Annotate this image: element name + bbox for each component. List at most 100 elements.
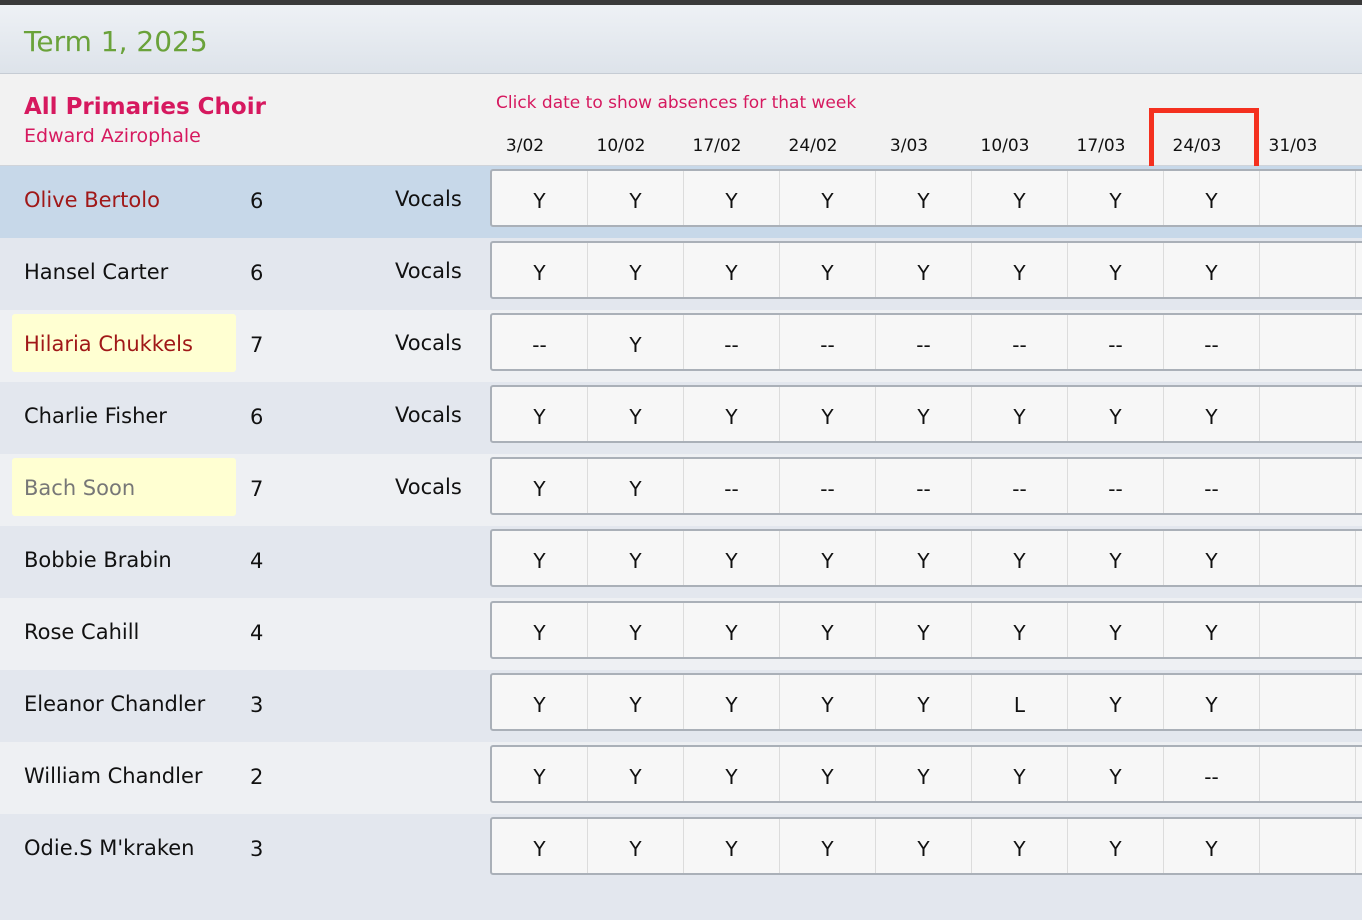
- attendance-cell[interactable]: --: [876, 459, 972, 513]
- attendance-cell[interactable]: [1260, 747, 1356, 801]
- date-header-31-03[interactable]: 31/03: [1245, 136, 1341, 156]
- attendance-cell[interactable]: --: [1164, 747, 1260, 801]
- date-header-3-03[interactable]: 3/03: [861, 136, 957, 156]
- attendance-cell[interactable]: Y: [588, 171, 684, 225]
- student-name[interactable]: Charlie Fisher: [24, 404, 167, 428]
- attendance-cell[interactable]: Y: [1068, 675, 1164, 729]
- student-row[interactable]: Eleanor Chandler 3 Y Y Y Y Y L Y Y: [0, 670, 1362, 742]
- student-row[interactable]: Hansel Carter 6 Vocals Y Y Y Y Y Y Y Y: [0, 238, 1362, 310]
- attendance-cell[interactable]: Y: [1164, 387, 1260, 441]
- date-header-10-02[interactable]: 10/02: [573, 136, 669, 156]
- attendance-cell[interactable]: Y: [588, 315, 684, 369]
- attendance-cell[interactable]: Y: [972, 531, 1068, 585]
- attendance-cell[interactable]: --: [492, 315, 588, 369]
- attendance-cell[interactable]: Y: [684, 603, 780, 657]
- student-name[interactable]: Rose Cahill: [24, 620, 139, 644]
- attendance-cell[interactable]: Y: [876, 171, 972, 225]
- attendance-cell[interactable]: [1260, 531, 1356, 585]
- student-row[interactable]: Bobbie Brabin 4 Y Y Y Y Y Y Y Y: [0, 526, 1362, 598]
- attendance-cell[interactable]: Y: [588, 531, 684, 585]
- attendance-cell[interactable]: Y: [1068, 243, 1164, 297]
- attendance-cell[interactable]: Y: [684, 171, 780, 225]
- student-name[interactable]: Olive Bertolo: [24, 188, 160, 212]
- date-header-17-02[interactable]: 17/02: [669, 136, 765, 156]
- attendance-cell[interactable]: Y: [588, 387, 684, 441]
- attendance-cell[interactable]: --: [972, 459, 1068, 513]
- student-row[interactable]: Hilaria Chukkels 7 Vocals -- Y -- -- -- -- -- --: [0, 310, 1362, 382]
- attendance-cell[interactable]: L: [972, 675, 1068, 729]
- student-row[interactable]: Odie.S M'kraken 3 Y Y Y Y Y Y Y Y: [0, 814, 1362, 886]
- attendance-cell[interactable]: Y: [684, 819, 780, 873]
- attendance-cell[interactable]: Y: [876, 387, 972, 441]
- student-row[interactable]: Olive Bertolo 6 Vocals Y Y Y Y Y Y Y Y: [0, 166, 1362, 238]
- date-header-17-03[interactable]: 17/03: [1053, 136, 1149, 156]
- attendance-cell[interactable]: Y: [1068, 819, 1164, 873]
- attendance-cell[interactable]: Y: [972, 603, 1068, 657]
- attendance-cell[interactable]: --: [684, 315, 780, 369]
- attendance-cell[interactable]: Y: [972, 387, 1068, 441]
- attendance-cell[interactable]: --: [1164, 315, 1260, 369]
- attendance-cell[interactable]: Y: [1164, 243, 1260, 297]
- attendance-cell[interactable]: Y: [972, 747, 1068, 801]
- attendance-cell[interactable]: Y: [876, 603, 972, 657]
- attendance-cell[interactable]: [1260, 387, 1356, 441]
- attendance-cell[interactable]: Y: [780, 603, 876, 657]
- attendance-cell[interactable]: Y: [492, 603, 588, 657]
- attendance-cell[interactable]: Y: [780, 675, 876, 729]
- attendance-cell[interactable]: Y: [1164, 675, 1260, 729]
- student-row[interactable]: Rose Cahill 4 Y Y Y Y Y Y Y Y: [0, 598, 1362, 670]
- date-header-24-03[interactable]: 24/03: [1149, 136, 1245, 156]
- attendance-cell[interactable]: --: [684, 459, 780, 513]
- attendance-cell[interactable]: Y: [780, 387, 876, 441]
- attendance-cell[interactable]: [1260, 603, 1356, 657]
- attendance-cell[interactable]: [1260, 819, 1356, 873]
- student-row[interactable]: Bach Soon 7 Vocals Y Y -- -- -- -- -- --: [0, 454, 1362, 526]
- attendance-cell[interactable]: Y: [780, 819, 876, 873]
- attendance-cell[interactable]: Y: [876, 747, 972, 801]
- attendance-cell[interactable]: Y: [492, 747, 588, 801]
- student-name[interactable]: Odie.S M'kraken: [24, 836, 195, 860]
- attendance-cell[interactable]: [1260, 315, 1356, 369]
- attendance-cell[interactable]: [1260, 459, 1356, 513]
- attendance-cell[interactable]: Y: [1164, 531, 1260, 585]
- attendance-cell[interactable]: Y: [684, 531, 780, 585]
- attendance-cell[interactable]: Y: [1164, 603, 1260, 657]
- attendance-cell[interactable]: Y: [876, 675, 972, 729]
- attendance-cell[interactable]: Y: [492, 675, 588, 729]
- attendance-cell[interactable]: Y: [588, 603, 684, 657]
- attendance-cell[interactable]: Y: [588, 747, 684, 801]
- attendance-cell[interactable]: Y: [588, 675, 684, 729]
- attendance-cell[interactable]: Y: [684, 675, 780, 729]
- attendance-cell[interactable]: Y: [684, 387, 780, 441]
- attendance-cell[interactable]: --: [1068, 459, 1164, 513]
- date-header-24-02[interactable]: 24/02: [765, 136, 861, 156]
- attendance-cell[interactable]: Y: [1068, 387, 1164, 441]
- attendance-cell[interactable]: Y: [1068, 531, 1164, 585]
- attendance-cell[interactable]: Y: [1068, 171, 1164, 225]
- student-row[interactable]: William Chandler 2 Y Y Y Y Y Y Y --: [0, 742, 1362, 814]
- attendance-cell[interactable]: Y: [780, 747, 876, 801]
- attendance-cell[interactable]: Y: [588, 243, 684, 297]
- attendance-cell[interactable]: Y: [684, 747, 780, 801]
- student-name[interactable]: Eleanor Chandler: [24, 692, 205, 716]
- attendance-cell[interactable]: Y: [492, 387, 588, 441]
- attendance-cell[interactable]: [1260, 171, 1356, 225]
- attendance-cell[interactable]: [1260, 243, 1356, 297]
- attendance-cell[interactable]: Y: [972, 819, 1068, 873]
- attendance-cell[interactable]: Y: [492, 243, 588, 297]
- student-row[interactable]: Charlie Fisher 6 Vocals Y Y Y Y Y Y Y Y: [0, 382, 1362, 454]
- attendance-cell[interactable]: Y: [684, 243, 780, 297]
- student-name[interactable]: Bobbie Brabin: [24, 548, 172, 572]
- attendance-cell[interactable]: Y: [492, 459, 588, 513]
- attendance-cell[interactable]: Y: [780, 171, 876, 225]
- attendance-cell[interactable]: --: [780, 315, 876, 369]
- attendance-cell[interactable]: Y: [972, 171, 1068, 225]
- date-header-3-02[interactable]: 3/02: [477, 136, 573, 156]
- attendance-cell[interactable]: Y: [492, 819, 588, 873]
- attendance-cell[interactable]: Y: [1164, 171, 1260, 225]
- attendance-cell[interactable]: --: [876, 315, 972, 369]
- attendance-cell[interactable]: --: [1068, 315, 1164, 369]
- attendance-cell[interactable]: Y: [1068, 603, 1164, 657]
- attendance-cell[interactable]: [1260, 675, 1356, 729]
- attendance-cell[interactable]: Y: [492, 531, 588, 585]
